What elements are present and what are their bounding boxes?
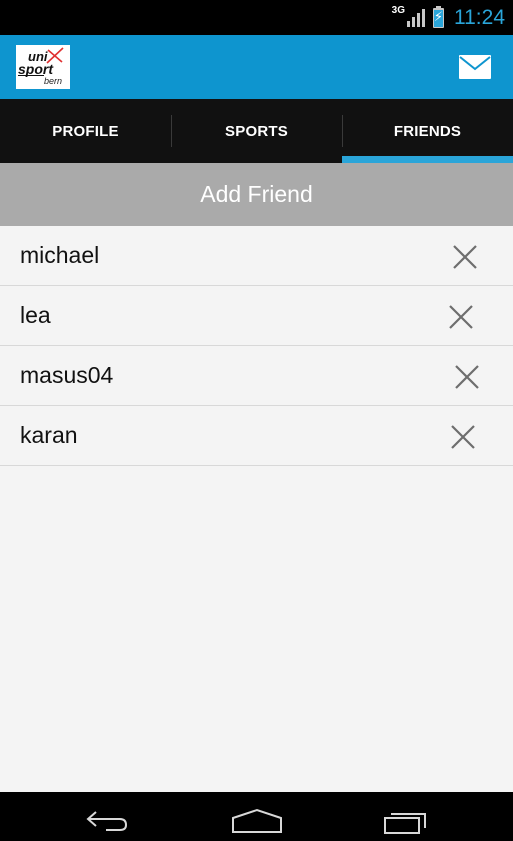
status-bar: 3G ⚡ 11:24: [0, 0, 513, 35]
tab-sports[interactable]: SPORTS: [171, 99, 342, 163]
close-icon[interactable]: [448, 304, 474, 330]
battery-icon: ⚡: [433, 5, 444, 28]
friend-list: michael lea masus04 karan: [0, 226, 513, 466]
home-icon[interactable]: [231, 808, 283, 834]
friend-name: michael: [20, 242, 100, 268]
list-item[interactable]: lea: [0, 286, 513, 346]
tab-sports-label: SPORTS: [225, 122, 288, 140]
signal-icon: [407, 8, 425, 27]
mail-icon[interactable]: [459, 55, 491, 79]
logo-text-bern: bern: [44, 76, 63, 86]
friend-name: lea: [20, 302, 51, 328]
action-bar: uni sport bern: [0, 35, 513, 99]
list-item[interactable]: masus04: [0, 346, 513, 406]
navigation-bar: [0, 792, 513, 841]
add-friend-label: Add Friend: [200, 181, 313, 207]
list-item[interactable]: karan: [0, 406, 513, 466]
network-type-label: 3G: [391, 5, 405, 16]
recent-apps-icon[interactable]: [383, 808, 431, 834]
back-icon[interactable]: [84, 808, 130, 834]
tab-bar: PROFILE SPORTS FRIENDS: [0, 99, 513, 163]
add-friend-button[interactable]: Add Friend: [0, 163, 513, 226]
clock: 11:24: [454, 5, 505, 29]
friend-name: karan: [20, 422, 78, 448]
logo-text-sport: sport: [18, 61, 53, 77]
app-logo[interactable]: uni sport bern: [16, 45, 70, 89]
tab-profile-label: PROFILE: [52, 122, 119, 140]
app-screen: 3G ⚡ 11:24 uni sport bern PROFILE SPORTS…: [0, 0, 513, 841]
logo-underline: [18, 75, 44, 76]
close-icon[interactable]: [450, 424, 476, 450]
close-icon[interactable]: [454, 364, 480, 390]
list-item[interactable]: michael: [0, 226, 513, 286]
tab-friends[interactable]: FRIENDS: [342, 99, 513, 163]
close-icon[interactable]: [452, 244, 478, 270]
tab-friends-label: FRIENDS: [393, 122, 462, 140]
friend-name: masus04: [20, 362, 114, 388]
tab-profile[interactable]: PROFILE: [0, 99, 171, 163]
